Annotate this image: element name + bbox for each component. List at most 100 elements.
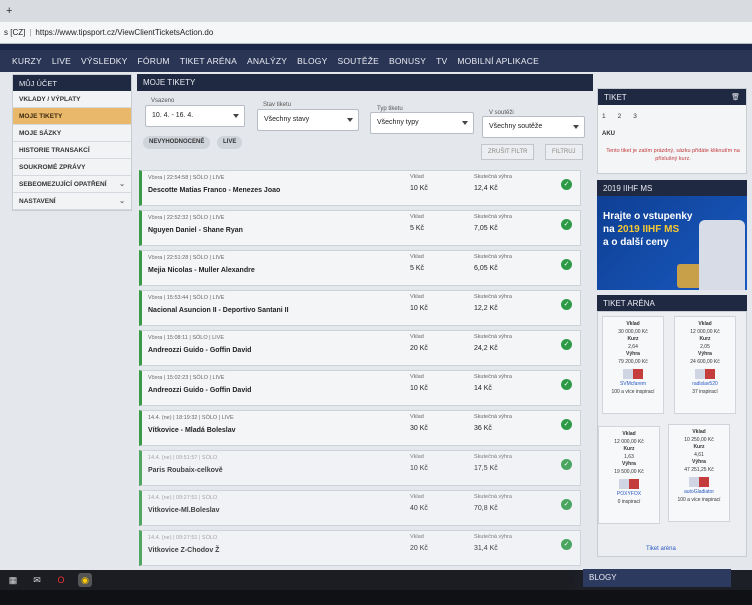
opera-icon[interactable]: O — [54, 573, 68, 587]
sidebar-item-label: NASTAVENÍ — [19, 197, 56, 205]
reset-filter-button[interactable]: ZRUŠIT FILTR — [481, 144, 535, 160]
flag-icon — [695, 369, 715, 379]
arena-card[interactable]: Vklad 30 000,00 Kč Kurz 2,64 Výhra 79 200,00 … — [602, 316, 664, 414]
card-user[interactable]: radislav520 — [692, 381, 718, 387]
sidebar-item-moje-sazky[interactable]: MOJE SÁZKY — [13, 125, 131, 142]
chrome-icon[interactable]: ◉ — [78, 573, 92, 587]
stake-label: Vklad — [410, 294, 424, 300]
card-value: 12 000,00 Kč — [614, 438, 644, 445]
tab-ticket-2[interactable]: 2 — [618, 113, 622, 120]
ticket-meta: Včera | 15:02:23 | SÓLO | LIVE — [148, 375, 225, 381]
ticket-row[interactable]: 14.4. (ne) | 09:27:51 | SÓLO Vitkovice-Ml… — [139, 490, 581, 526]
nav-item-souteze[interactable]: SOUTĚŽE — [337, 56, 379, 66]
sidebar-item-moje-tikety[interactable]: MOJE TIKETY — [13, 108, 131, 125]
soutez-select[interactable]: Všechny soutěže — [482, 116, 585, 138]
ticket-meta: 14.4. (ne) | 09:51:57 | SÓLO — [148, 455, 218, 461]
nav-item-mobilni-aplikace[interactable]: MOBILNÍ APLIKACE — [457, 56, 539, 66]
ticket-meta: Včera | 22:51:28 | SÓLO | LIVE — [148, 255, 225, 261]
nav-item-forum[interactable]: FÓRUM — [138, 56, 170, 66]
ticket-slip: TIKET 🗑 1 2 3 AKU Tento tiket je zatím p… — [597, 88, 747, 174]
chevron-down-icon: ⌄ — [119, 181, 125, 188]
tiket-arena: TIKET ARÉNA Vklad 30 000,00 Kč Kurz 2,64 Výh… — [597, 295, 747, 557]
card-user[interactable]: autoGladiator — [684, 489, 714, 495]
card-value: 4,61 — [694, 451, 704, 458]
trash-icon[interactable]: 🗑 — [731, 93, 740, 101]
ticket-meta: Včera | 15:08:11 | SÓLO | LIVE — [148, 335, 225, 341]
ticket-meta: 14.4. (ne) | 09:27:51 | SÓLO — [148, 495, 218, 501]
main-nav: KURZY LIVE VÝSLEDKY FÓRUM TIKET ARÉNA AN… — [0, 50, 752, 72]
ticket-match: Andreozzi Guido - Goffin David — [148, 387, 252, 394]
arena-card[interactable]: Vklad 12 000,00 Kč Kurz 2,05 Výhra 24 600,00 … — [674, 316, 736, 414]
windows-start-icon[interactable]: ▦ — [6, 573, 20, 587]
filter-button[interactable]: FILTRUJ — [545, 144, 583, 160]
nav-item-tiket-arena[interactable]: TIKET ARÉNA — [180, 56, 237, 66]
url-text[interactable]: https://www.tipsport.cz/ViewClientTicket… — [35, 28, 213, 37]
ticket-row[interactable]: Včera | 22:51:28 | SÓLO | LIVE Mejia Nico… — [139, 250, 581, 286]
win-value: 6,05 Kč — [474, 265, 498, 272]
ticket-list: Včera | 22:54:58 | SÓLO | LIVE Descotte M… — [139, 170, 581, 570]
select-value: Všechny typy — [377, 119, 419, 126]
stake-label: Vklad — [410, 174, 424, 180]
address-separator: | — [29, 28, 32, 37]
typ-select[interactable]: Všechny typy — [370, 112, 474, 134]
card-user[interactable]: SVMcfarem — [620, 381, 646, 387]
win-value: 12,4 Kč — [474, 185, 498, 192]
filter-label-stav: Stav tiketu — [263, 102, 292, 108]
ticket-row[interactable]: 14.4. (ne) | 09:51:57 | SÓLO Paris Roubai… — [139, 450, 581, 486]
promo-banner[interactable]: Hrajte o vstupenky na 2019 IIHF MS a o dal… — [597, 196, 747, 290]
card-label: Vklad — [622, 431, 636, 437]
tab-ticket-1[interactable]: 1 — [602, 113, 606, 120]
ticket-row[interactable]: Včera | 15:02:23 | SÓLO | LIVE Andreozzi … — [139, 370, 581, 406]
vsazeno-select[interactable]: 10. 4. - 16. 4. — [145, 105, 245, 127]
ticket-meta: 14.4. (ne) | 18:19:32 | SÓLO | LIVE — [148, 415, 234, 421]
flag-icon — [623, 369, 643, 379]
win-value: 31,4 Kč — [474, 545, 498, 552]
card-label: Vklad — [698, 321, 712, 327]
nav-item-bonusy[interactable]: BONUSY — [389, 56, 426, 66]
ticket-row[interactable]: 14.4. (ne) | 09:27:51 | SÓLO Vitkovice Z-… — [139, 530, 581, 566]
nav-item-blogy[interactable]: BLOGY — [297, 56, 327, 66]
stav-select[interactable]: Všechny stavy — [257, 109, 359, 131]
ticket-row[interactable]: Včera | 15:08:11 | SÓLO | LIVE Andreozzi … — [139, 330, 581, 366]
win-value: 17,5 Kč — [474, 465, 498, 472]
ticket-type-aku[interactable]: AKU — [602, 131, 615, 137]
pill-live[interactable]: LIVE — [217, 136, 243, 149]
sidebar-item-label: MOJE TIKETY — [19, 112, 63, 120]
ticket-row[interactable]: 14.4. (ne) | 18:19:32 | SÓLO | LIVE Vítko… — [139, 410, 581, 446]
nav-item-live[interactable]: LIVE — [52, 56, 71, 66]
new-tab-button[interactable]: + — [6, 5, 12, 17]
ticket-row[interactable]: Včera | 22:54:58 | SÓLO | LIVE Descotte M… — [139, 170, 581, 206]
stake-value: 20 Kč — [410, 545, 428, 552]
sidebar-item-nastaveni[interactable]: NASTAVENÍ ⌄ — [13, 193, 131, 210]
mascot-image — [699, 220, 745, 290]
ticket-tabs: 1 2 3 — [602, 113, 637, 120]
account-sidebar: MŮJ ÚČET VKLADY / VÝPLATY MOJE TIKETY MO… — [12, 74, 132, 211]
page-body: MŮJ ÚČET VKLADY / VÝPLATY MOJE TIKETY MO… — [0, 72, 752, 570]
sidebar-item-historie[interactable]: HISTORIE TRANSAKCÍ — [13, 142, 131, 159]
nav-item-vysledky[interactable]: VÝSLEDKY — [81, 56, 127, 66]
select-value: Všechny soutěže — [489, 123, 543, 130]
won-check-icon: ✓ — [561, 299, 572, 310]
ticket-row[interactable]: Včera | 22:52:32 | SÓLO | LIVE Nguyen Dan… — [139, 210, 581, 246]
ticket-row[interactable]: Včera | 15:53:44 | SÓLO | LIVE Nacional A… — [139, 290, 581, 326]
nav-item-analyzy[interactable]: ANALÝZY — [247, 56, 287, 66]
sidebar-item-sebeomezujici[interactable]: SEBEOMEZUJÍCÍ OPATŘENÍ ⌄ — [13, 176, 131, 193]
tiket-arena-link[interactable]: Tiket aréna — [646, 546, 676, 552]
sidebar-item-zpravy[interactable]: SOUKROMÉ ZPRÁVY — [13, 159, 131, 176]
card-user[interactable]: POXYFOX — [617, 491, 641, 497]
nav-item-kurzy[interactable]: KURZY — [12, 56, 42, 66]
stake-value: 10 Kč — [410, 385, 428, 392]
mail-icon[interactable]: ✉ — [30, 573, 44, 587]
arena-card[interactable]: Vklad 12 000,00 Kč Kurz 1,63 Výhra 19 500,00 … — [598, 426, 660, 524]
tab-ticket-3[interactable]: 3 — [633, 113, 637, 120]
pill-nevyhodnocene[interactable]: NEVYHODNOCENÉ — [143, 136, 211, 149]
stake-label: Vklad — [410, 254, 424, 260]
sidebar-item-vklady[interactable]: VKLADY / VÝPLATY — [13, 91, 131, 108]
iihf-promo: 2019 IIHF MS Hrajte o vstupenky na 2019 I… — [597, 180, 747, 290]
nav-item-tv[interactable]: TV — [436, 56, 447, 66]
win-label: Skutečná výhra — [474, 414, 512, 420]
win-label: Skutečná výhra — [474, 294, 512, 300]
address-bar[interactable]: s [CZ] | https://www.tipsport.cz/ViewCli… — [0, 22, 752, 44]
ticket-match: Nguyen Daniel - Shane Ryan — [148, 227, 243, 234]
arena-card[interactable]: Vklad 10 250,00 Kč Kurz 4,61 Výhra 47 251,25 … — [668, 424, 730, 522]
